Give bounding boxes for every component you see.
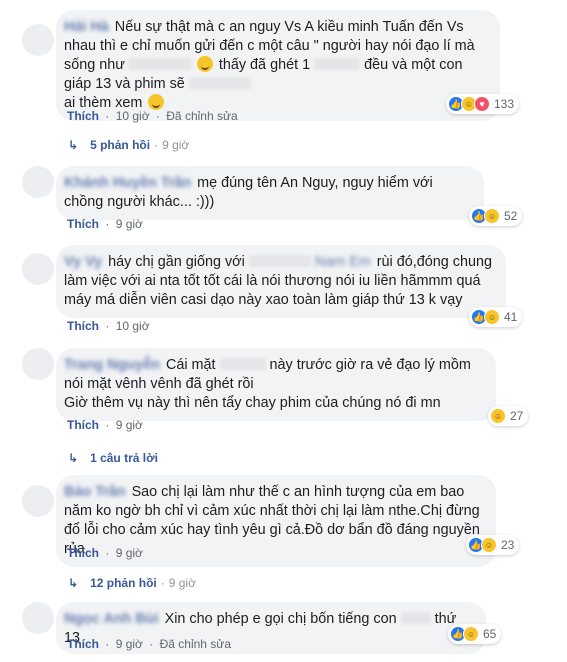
like-link[interactable]: Thích	[67, 637, 99, 651]
redacted-text	[219, 358, 266, 370]
reaction-count: 27	[510, 409, 524, 423]
like-link[interactable]: Thích	[67, 546, 99, 560]
redacted-text	[128, 58, 191, 70]
comment-meta: Thích · 9 giờ	[67, 546, 143, 560]
view-replies-link[interactable]: ↳ 5 phản hồi · 9 giờ	[68, 138, 189, 152]
reply-arrow-icon: ↳	[68, 138, 79, 152]
reaction-summary[interactable]: 👍 ☺ ♥ 133	[446, 94, 520, 114]
avatar[interactable]	[22, 24, 54, 56]
smile-emoji-icon	[196, 56, 213, 72]
author-name[interactable]: Trang Nguyễn	[64, 357, 160, 373]
comment-bubble: Trang Nguyễn Cái mặt này trước giờ ra vẻ …	[56, 348, 496, 421]
reaction-summary[interactable]: 👍 ☺ 65	[448, 624, 502, 644]
haha-reaction-icon: ☺	[481, 537, 497, 553]
smile-emoji-icon	[148, 94, 165, 110]
haha-reaction-icon: ☺	[463, 626, 479, 642]
comment-bubble: Khánh Huyền Trần mẹ đúng tên An Nguy, ngu…	[56, 166, 484, 220]
reaction-count: 52	[504, 209, 518, 223]
avatar[interactable]	[22, 348, 54, 380]
haha-reaction-icon: ☺	[484, 208, 500, 224]
view-replies-link[interactable]: ↳ 1 câu trả lời	[68, 451, 158, 465]
author-name[interactable]: Hải Hà	[64, 19, 109, 35]
comment-time[interactable]: 9 giờ	[116, 418, 143, 432]
comment-text: thấy đã ghét 1	[218, 57, 311, 73]
author-name[interactable]: Bảo Trần	[64, 484, 126, 500]
redacted-text	[248, 255, 311, 267]
reaction-count: 41	[504, 310, 518, 324]
reaction-summary[interactable]: 👍 ☺ 41	[469, 307, 523, 327]
love-reaction-icon: ♥	[474, 96, 490, 112]
comment-time[interactable]: 9 giờ	[116, 637, 143, 651]
redacted-text	[188, 77, 251, 89]
like-link[interactable]: Thích	[67, 109, 99, 123]
replies-label: 12 phản hồi	[90, 576, 157, 590]
comment-text: Xin cho phép e gọi chị bốn tiếng con	[164, 611, 397, 627]
comment-text: háy chị gần giống với	[108, 254, 245, 270]
avatar[interactable]	[22, 602, 54, 634]
comment-meta: Thích · 9 giờ	[67, 217, 143, 231]
view-replies-link[interactable]: ↳ 12 phản hồi · 9 giờ	[68, 576, 196, 590]
like-link[interactable]: Thích	[67, 319, 99, 333]
replies-label: 1 câu trả lời	[90, 451, 158, 465]
like-link[interactable]: Thích	[67, 217, 99, 231]
comment-bubble: Hải Hà Nếu sự thật mà c an nguy Vs A kiều…	[56, 10, 500, 121]
reaction-summary[interactable]: 👍 ☺ 23	[466, 535, 520, 555]
author-name[interactable]: Vy Vy	[64, 254, 102, 270]
reply-arrow-icon: ↳	[68, 576, 79, 590]
edited-label[interactable]: Đã chỉnh sửa	[166, 109, 237, 123]
comment-time[interactable]: 10 giờ	[116, 109, 150, 123]
comment-meta: Thích · 10 giờ	[67, 319, 150, 333]
edited-label[interactable]: Đã chỉnh sửa	[160, 637, 231, 651]
comment-time[interactable]: 10 giờ	[116, 319, 150, 333]
comment-meta: Thích · 9 giờ	[67, 418, 143, 432]
replies-time: 9 giờ	[162, 138, 190, 152]
author-name: Nam Em	[314, 254, 371, 270]
comment-bubble: Vy Vy háy chị gần giống với Nam Em rùi đó,…	[56, 245, 506, 318]
comment-time[interactable]: 9 giờ	[116, 546, 143, 560]
reaction-summary[interactable]: 👍 ☺ 52	[469, 206, 523, 226]
haha-reaction-icon: ☺	[490, 408, 506, 424]
replies-label: 5 phản hồi	[90, 138, 151, 152]
comment-meta: Thích · 9 giờ · Đã chỉnh sửa	[67, 637, 231, 651]
comment-time[interactable]: 9 giờ	[116, 217, 143, 231]
haha-reaction-icon: ☺	[484, 309, 500, 325]
author-name[interactable]: Khánh Huyền Trần	[64, 175, 191, 191]
avatar[interactable]	[22, 485, 54, 517]
reply-arrow-icon: ↳	[68, 451, 79, 465]
redacted-text	[314, 58, 361, 70]
comment-text: Cái mặt	[165, 357, 216, 373]
avatar[interactable]	[22, 166, 54, 198]
avatar[interactable]	[22, 253, 54, 285]
author-name[interactable]: Ngọc Anh Bùi	[64, 611, 159, 627]
redacted-text	[400, 612, 431, 624]
reaction-summary[interactable]: ☺ 27	[488, 406, 529, 426]
replies-time: 9 giờ	[168, 576, 196, 590]
reaction-count: 23	[501, 538, 515, 552]
comment-text: Giờ thêm vụ này thì nên tẩy chay phim củ…	[64, 395, 441, 411]
reaction-count: 133	[494, 97, 515, 111]
like-link[interactable]: Thích	[67, 418, 99, 432]
comment-meta: Thích · 10 giờ · Đã chỉnh sửa	[67, 109, 238, 123]
reaction-count: 65	[483, 627, 497, 641]
